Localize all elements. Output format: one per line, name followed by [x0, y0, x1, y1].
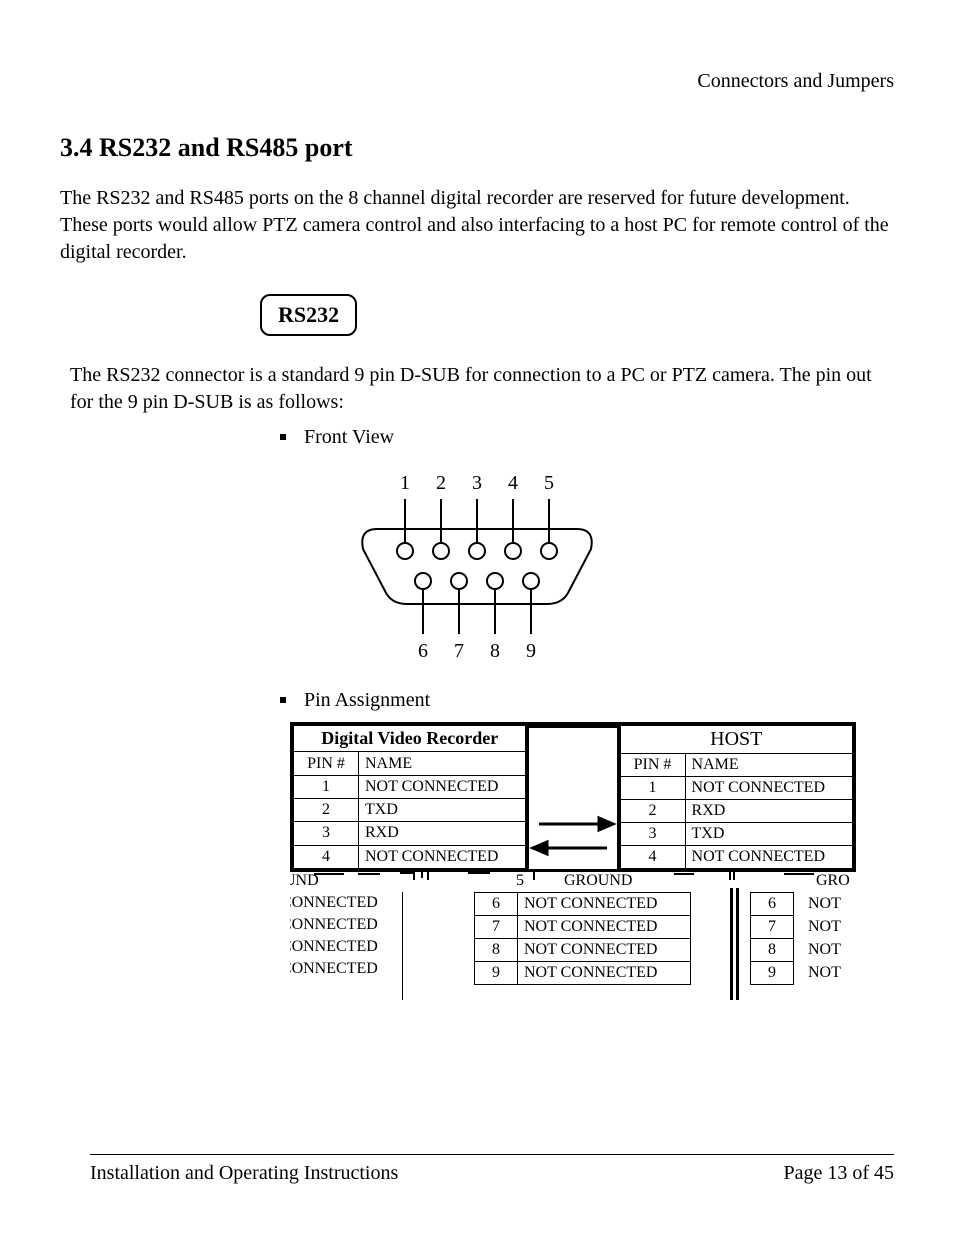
table-cell: 2 [294, 798, 359, 821]
dvr-table: Digital Video Recorder PIN # NAME 1NOT C… [293, 725, 526, 869]
table-cell: 1 [294, 775, 359, 798]
table-cell: NOT CONNECTED [685, 846, 852, 869]
section-title: 3.4 RS232 and RS485 port [60, 133, 894, 163]
table-cell: 9 [751, 962, 794, 985]
broken-table-overlay: UND 5 GROUND GRO ' CONNECTED [290, 870, 894, 1010]
fragment-text: CONNECTED [290, 894, 378, 911]
pin-label-3: 3 [472, 472, 482, 494]
table-cell: NOT CONNECTED [685, 777, 852, 800]
pin-label-9: 9 [526, 640, 536, 662]
rs232-label-box: RS232 [260, 294, 357, 336]
fragment-table: 6NOT 7NOT 8NOT 9NOT [750, 892, 848, 985]
table-cell: RXD [685, 800, 852, 823]
page-header: Connectors and Jumpers [60, 70, 894, 93]
table-cell: 7 [475, 916, 518, 939]
table-cell: 6 [751, 893, 794, 916]
footer-right: Page 13 of 45 [783, 1162, 894, 1185]
table-cell: RXD [359, 822, 526, 845]
table-cell: 6 [475, 893, 518, 916]
host-table: HOST PIN # NAME 1NOT CONNECTED 2RXD 3TXD… [620, 725, 853, 869]
table-cell: 9 [475, 962, 518, 985]
table-cell: 3 [620, 823, 685, 846]
table-cell: TXD [359, 798, 526, 821]
db9-connector-diagram: 1 2 3 4 5 6 7 8 9 [347, 459, 607, 669]
dvr-title: Digital Video Recorder [294, 726, 526, 752]
table-cell: 3 [294, 822, 359, 845]
bullet-pin-assignment: Pin Assignment [280, 689, 894, 712]
col-pin: PIN # [294, 752, 359, 775]
table-cell: 8 [751, 939, 794, 962]
table-cell: NOT [794, 939, 848, 962]
bullet-square-icon [280, 434, 286, 440]
pin-label-4: 4 [508, 472, 518, 494]
fragment-border [402, 892, 403, 1000]
pin-label-2: 2 [436, 472, 446, 494]
col-name: NAME [359, 752, 526, 775]
fragment-text: GRO [816, 872, 850, 890]
fragment-text: 5 [516, 872, 524, 890]
arrows-icon [529, 814, 617, 864]
table-cell: 1 [620, 777, 685, 800]
table-cell: TXD [685, 823, 852, 846]
bullet-square-icon [280, 697, 286, 703]
bullet-front-view-label: Front View [304, 426, 394, 449]
table-cell: NOT CONNECTED [518, 916, 691, 939]
bullet-pin-assignment-label: Pin Assignment [304, 689, 430, 712]
fragment-border [730, 888, 733, 1000]
table-cell: NOT CONNECTED [359, 845, 526, 868]
page-footer: Installation and Operating Instructions … [90, 1162, 894, 1185]
table-cell: 7 [751, 916, 794, 939]
fragment-text: CONNECTED [290, 960, 378, 977]
table-cell: NOT CONNECTED [359, 775, 526, 798]
fragment-table: 6NOT CONNECTED 7NOT CONNECTED 8NOT CONNE… [474, 892, 691, 985]
col-name: NAME [685, 754, 852, 777]
pin-label-6: 6 [418, 640, 428, 662]
col-pin: PIN # [620, 754, 685, 777]
host-title: HOST [620, 726, 852, 754]
table-cell: 8 [475, 939, 518, 962]
fragment-column: ' CONNECTED ' CONNECTED ' CONNECTED ' CO… [290, 892, 384, 980]
table-cell: 4 [294, 845, 359, 868]
footer-left: Installation and Operating Instructions [90, 1162, 398, 1185]
pin-label-7: 7 [454, 640, 464, 662]
table-cell: NOT [794, 916, 848, 939]
fragment-text: GROUND [564, 872, 632, 890]
pin-label-1: 1 [400, 472, 410, 494]
table-cell: 2 [620, 800, 685, 823]
table-cell: NOT [794, 893, 848, 916]
intro-paragraph: The RS232 and RS485 ports on the 8 chann… [60, 185, 894, 266]
table-cell: NOT CONNECTED [518, 893, 691, 916]
pin-label-8: 8 [490, 640, 500, 662]
table-cell: NOT CONNECTED [518, 939, 691, 962]
footer-separator [90, 1154, 894, 1155]
table-cell: 4 [620, 846, 685, 869]
pin-label-5: 5 [544, 472, 554, 494]
bullet-front-view: Front View [280, 426, 894, 449]
table-cell: NOT CONNECTED [518, 962, 691, 985]
arrow-column [526, 725, 619, 869]
rs232-description: The RS232 connector is a standard 9 pin … [70, 362, 894, 416]
fragment-text: CONNECTED [290, 916, 378, 933]
fragment-border [736, 888, 739, 1000]
table-cell: NOT [794, 962, 848, 985]
pin-assignment-table: Digital Video Recorder PIN # NAME 1NOT C… [290, 722, 894, 1052]
fragment-text: CONNECTED [290, 938, 378, 955]
